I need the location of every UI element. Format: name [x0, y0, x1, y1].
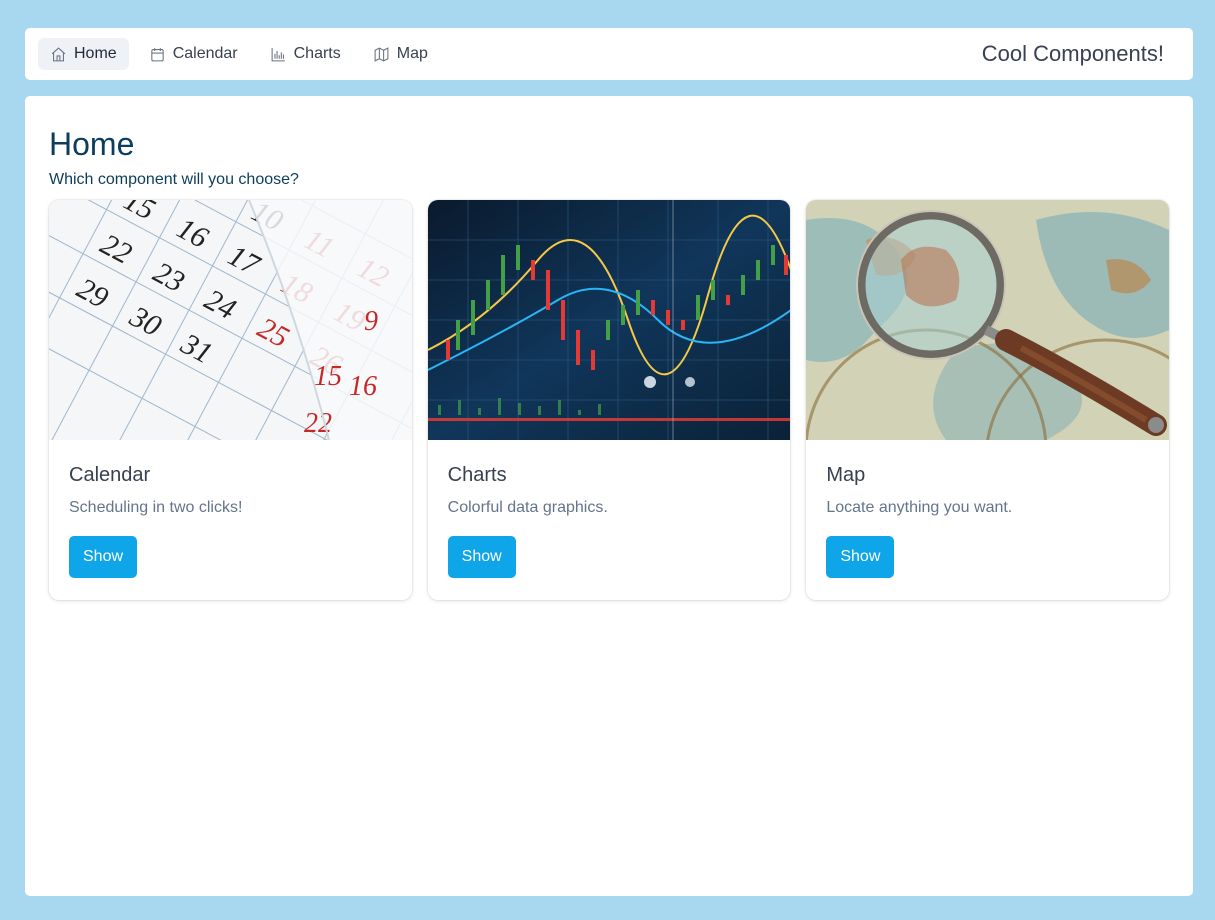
card-body: Calendar Scheduling in two clicks! Show — [49, 440, 412, 600]
svg-text:16: 16 — [349, 371, 377, 402]
card-calendar: 89101112 1516171819 2223242526 293031 91… — [49, 200, 412, 600]
card-body: Charts Colorful data graphics. Show — [428, 440, 791, 600]
nav-item-charts[interactable]: Charts — [258, 38, 353, 70]
nav-item-home[interactable]: Home — [38, 38, 129, 70]
card-title: Charts — [447, 464, 507, 486]
card-title: Map — [826, 464, 866, 486]
card-title: Calendar — [69, 464, 151, 486]
card-description: Scheduling in two clicks! — [69, 499, 243, 516]
stock-chart-photo — [427, 200, 791, 440]
show-calendar-button[interactable]: Show — [69, 536, 138, 578]
brand-title: Cool Components! — [981, 41, 1164, 66]
card-body: Map Locate anything you want. Show — [806, 440, 1169, 600]
nav-item-label: Home — [74, 45, 117, 62]
card-description: Locate anything you want. — [826, 499, 1013, 516]
svg-text:9: 9 — [364, 306, 378, 337]
top-navbar: Home Calendar Charts Map Cool Components… — [25, 28, 1193, 80]
nav-item-calendar[interactable]: Calendar — [137, 38, 250, 70]
nav-item-map[interactable]: Map — [361, 38, 440, 70]
page-title: Home — [49, 126, 135, 162]
map-icon — [374, 46, 389, 62]
antique-map-magnifier-photo — [806, 200, 1170, 440]
component-cards: 89101112 1516171819 2223242526 293031 91… — [49, 200, 1170, 600]
calendar-photo: 89101112 1516171819 2223242526 293031 91… — [49, 200, 412, 440]
bar-chart-icon — [271, 47, 285, 61]
nav-item-label: Charts — [293, 45, 341, 62]
home-icon — [51, 46, 66, 61]
main-panel: Home Which component will you choose? 89… — [25, 96, 1193, 896]
card-charts: Charts Colorful data graphics. Show — [427, 200, 791, 600]
calendar-icon — [150, 47, 164, 61]
nav-item-label: Calendar — [172, 45, 238, 62]
card-description: Colorful data graphics. — [447, 499, 608, 516]
card-map: Map Locate anything you want. Show — [806, 200, 1170, 600]
main-nav: Home Calendar Charts Map — [38, 38, 440, 70]
page-subtitle: Which component will you choose? — [49, 171, 299, 188]
show-map-button[interactable]: Show — [826, 536, 895, 578]
svg-text:15: 15 — [314, 361, 342, 392]
show-charts-button[interactable]: Show — [447, 536, 516, 578]
nav-item-label: Map — [396, 45, 428, 62]
